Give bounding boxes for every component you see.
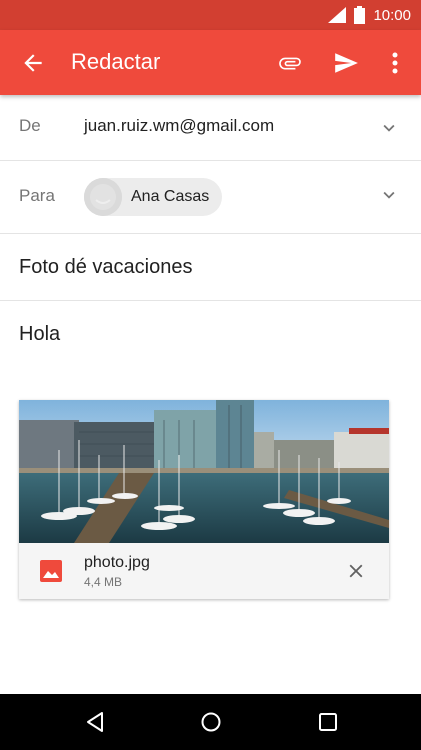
back-arrow-icon[interactable]	[20, 50, 46, 76]
attachment-thumbnail	[19, 400, 389, 543]
attachment-name: photo.jpg	[84, 554, 150, 571]
more-vert-icon[interactable]	[385, 50, 405, 76]
status-time: 10:00	[373, 6, 411, 24]
navigation-bar	[0, 694, 421, 750]
nav-recents-icon[interactable]	[316, 710, 340, 734]
from-account-field[interactable]: juan.ruiz.wm@gmail.com	[84, 116, 274, 136]
battery-icon	[354, 6, 366, 24]
close-icon[interactable]	[345, 560, 367, 582]
send-icon[interactable]	[333, 50, 359, 76]
image-icon	[40, 560, 62, 582]
avatar	[84, 178, 122, 216]
to-label: Para	[19, 186, 55, 205]
status-icons: 10:00	[328, 5, 411, 25]
subject-field[interactable]: Foto dé vacaciones	[19, 256, 192, 279]
attachment-size: 4,4 MB	[84, 575, 123, 589]
recipient-chip[interactable]: Ana Casas	[84, 178, 222, 216]
chevron-down-icon[interactable]	[378, 117, 400, 139]
attach-icon[interactable]	[276, 50, 304, 76]
from-label: De	[19, 116, 41, 135]
subject-row: Foto dé vacaciones	[0, 234, 421, 301]
signal-icon	[328, 7, 347, 23]
chevron-down-icon[interactable]	[378, 184, 400, 206]
attachment-footer: photo.jpg 4,4 MB	[19, 543, 389, 599]
recipient-name: Ana Casas	[131, 188, 210, 205]
attachment-card[interactable]: photo.jpg 4,4 MB	[19, 400, 389, 599]
status-bar: 10:00	[0, 0, 421, 30]
page-title: Redactar	[71, 49, 161, 74]
nav-back-icon[interactable]	[83, 710, 107, 734]
to-row: Para Ana Casas	[0, 161, 421, 234]
nav-home-icon[interactable]	[199, 710, 223, 734]
app-bar: Redactar	[0, 30, 421, 95]
from-row: De juan.ruiz.wm@gmail.com	[0, 95, 421, 161]
harbor-photo-image	[19, 400, 389, 543]
message-body-field[interactable]: Hola	[19, 323, 60, 346]
avatar-icon	[84, 178, 122, 216]
